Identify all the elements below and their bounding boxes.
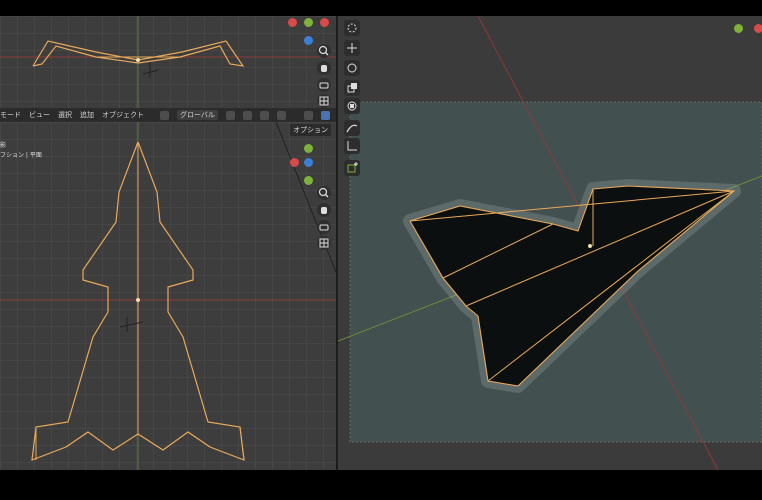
falloff-icon[interactable] xyxy=(276,110,286,120)
move-icon[interactable] xyxy=(344,40,360,56)
gizmo-y-dot[interactable] xyxy=(304,18,313,27)
plane-wireframe xyxy=(0,122,336,470)
scale-icon[interactable] xyxy=(344,80,360,96)
zoom-icon[interactable] xyxy=(317,44,331,58)
measure-icon[interactable] xyxy=(344,138,360,154)
zoom-icon[interactable] xyxy=(317,186,331,200)
transform-pivot-icon[interactable] xyxy=(160,110,169,120)
viewport-header: モード ビュー 選択 追加 オブジェクト グローバル xyxy=(0,108,336,122)
camera-view-render xyxy=(338,16,762,470)
gizmo-z-dot[interactable] xyxy=(304,36,313,45)
viewport-front[interactable]: 影 フション | 平面 xyxy=(0,122,336,470)
camera-icon[interactable] xyxy=(317,220,331,234)
gizmo-y-dot[interactable] xyxy=(304,144,313,153)
camera-icon[interactable] xyxy=(317,78,331,92)
menu-select[interactable]: 選択 xyxy=(58,110,72,120)
options-dropdown[interactable]: オプション xyxy=(290,124,331,136)
menu-view[interactable]: ビュー xyxy=(29,110,50,120)
transform-icon[interactable] xyxy=(344,98,360,114)
gizmo-x-neg-dot[interactable] xyxy=(290,158,299,167)
gizmo-y-neg-dot[interactable] xyxy=(304,176,313,185)
select-cursor-icon[interactable] xyxy=(344,20,360,36)
hand-pan-icon[interactable] xyxy=(317,203,331,217)
snap-target-icon[interactable] xyxy=(242,110,252,120)
grid-toggle-icon[interactable] xyxy=(317,94,331,108)
grid-toggle-icon[interactable] xyxy=(317,236,331,250)
gizmo-toggle-icon[interactable] xyxy=(320,110,330,120)
top-view-wireframe xyxy=(0,16,336,108)
proportional-edit-icon[interactable] xyxy=(259,110,269,120)
viewport-camera[interactable] xyxy=(338,16,762,470)
menu-object[interactable]: オブジェクト xyxy=(102,110,144,120)
viewport-info-line2: フション | 平面 xyxy=(0,152,42,159)
gizmo-y-dot[interactable] xyxy=(734,24,743,33)
gizmo-z-dot[interactable] xyxy=(304,158,313,167)
annotate-icon[interactable] xyxy=(344,120,360,136)
viewport-info-line1: 影 xyxy=(0,142,7,149)
gizmo-x-dot[interactable] xyxy=(754,24,762,33)
menu-add[interactable]: 追加 xyxy=(80,110,94,120)
transform-orientation-dropdown[interactable]: グローバル xyxy=(177,110,218,120)
add-cube-icon[interactable] xyxy=(344,160,360,176)
viewport-top[interactable] xyxy=(0,16,336,108)
gizmo-x-neg-dot[interactable] xyxy=(288,18,297,27)
snap-icon[interactable] xyxy=(225,110,235,120)
hand-pan-icon[interactable] xyxy=(317,61,331,75)
mode-menu[interactable]: モード xyxy=(0,110,21,120)
gizmo-x-dot[interactable] xyxy=(320,18,329,27)
rotate-icon[interactable] xyxy=(344,60,360,76)
visibility-icon[interactable] xyxy=(303,110,313,120)
